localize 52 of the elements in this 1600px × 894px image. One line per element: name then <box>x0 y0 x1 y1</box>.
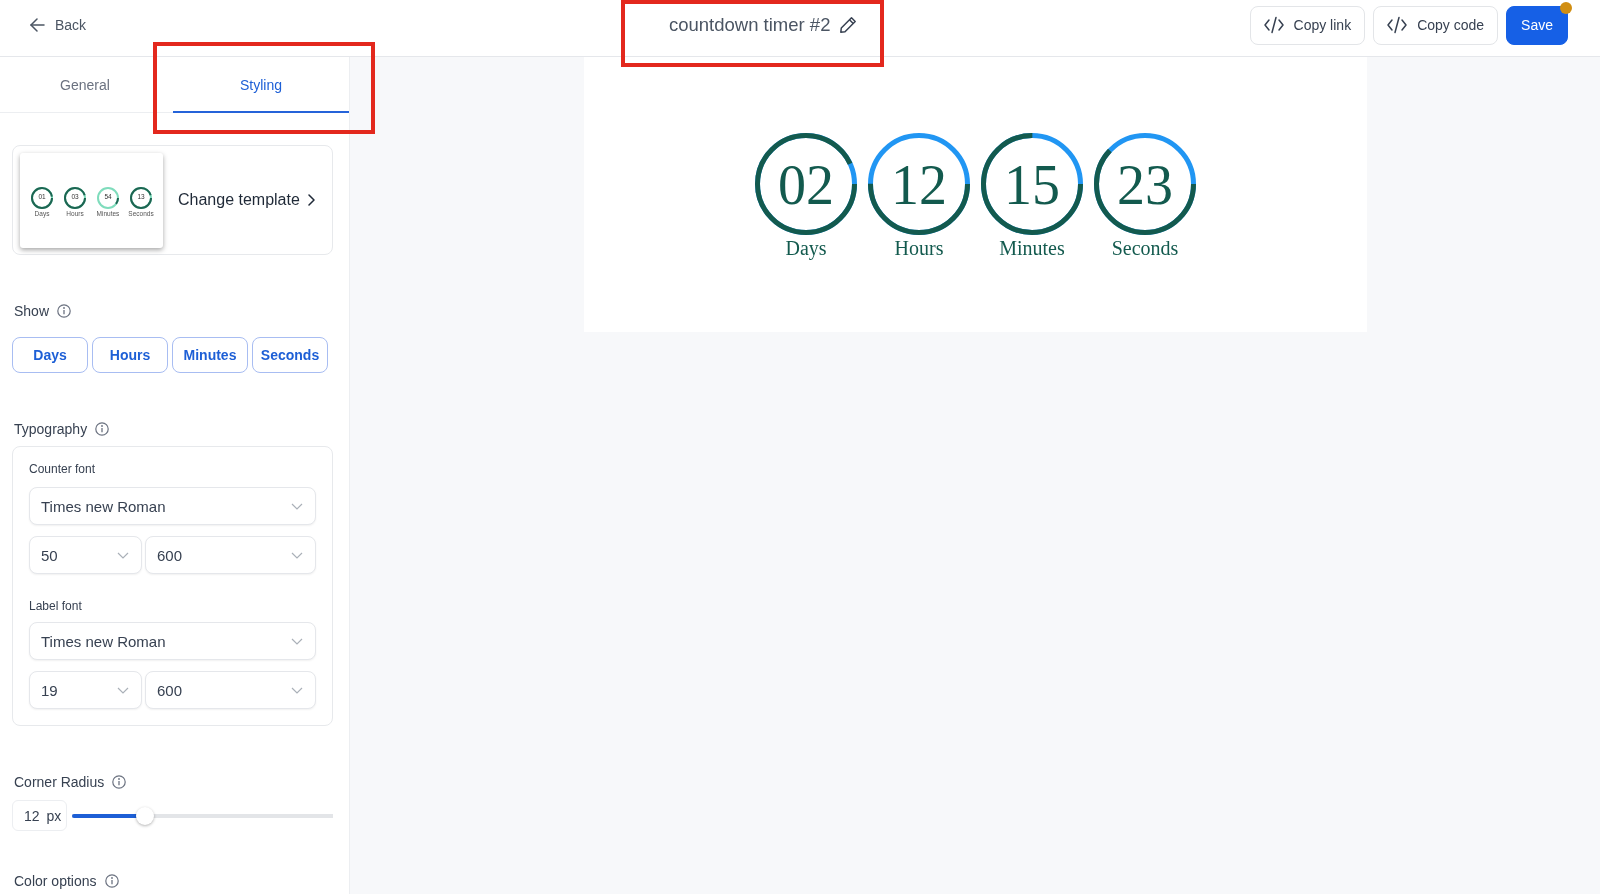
field-label: Label font <box>29 599 83 613</box>
info-icon <box>95 422 110 436</box>
chevron-down-icon <box>291 637 303 645</box>
font-weight-dropdown[interactable]: 600 <box>145 671 316 709</box>
unit-toggle[interactable]: Days <box>12 337 88 373</box>
counter-number: 23 <box>1117 155 1173 213</box>
tab[interactable]: General <box>0 57 170 113</box>
chevron-down-icon <box>117 686 129 694</box>
code-icon <box>1387 16 1408 34</box>
chevron-down-icon <box>291 686 303 694</box>
counter-number: 12 <box>891 155 947 213</box>
change-template-link[interactable]: Change template <box>178 191 315 209</box>
counter-label: Minutes <box>999 237 1065 259</box>
mini-progress-ring <box>64 186 86 209</box>
back-button[interactable]: Back <box>30 17 87 33</box>
counter-label: Seconds <box>1111 237 1179 259</box>
chevron-right-icon <box>307 194 315 206</box>
section-heading: Corner Radius <box>14 773 105 791</box>
font-family-dropdown[interactable]: Times new Roman <box>29 487 316 525</box>
unit-toggle[interactable]: Minutes <box>172 337 248 373</box>
counter-number: 15 <box>1004 155 1060 213</box>
code-icon <box>1263 16 1284 34</box>
mini-progress-ring <box>97 186 119 209</box>
section-heading: Show <box>14 302 50 320</box>
info-icon <box>104 874 119 888</box>
chevron-down-icon <box>291 502 303 510</box>
font-size-dropdown[interactable]: 50 <box>29 536 142 574</box>
copy-button[interactable]: Copy code <box>1373 5 1499 45</box>
chevron-down-icon <box>117 551 129 559</box>
slider-handle[interactable] <box>136 806 155 825</box>
info-icon <box>57 304 72 318</box>
back-arrow-icon <box>30 18 45 32</box>
unit-toggle[interactable]: Seconds <box>252 337 328 373</box>
info-icon <box>112 775 127 789</box>
unit-label: px <box>46 807 62 824</box>
counter-label: Hours <box>894 237 944 259</box>
radius-input[interactable]: 12 px <box>12 800 67 831</box>
counter-number: 02 <box>778 155 834 213</box>
font-size-dropdown[interactable]: 19 <box>29 671 142 709</box>
field-label: Counter font <box>29 462 97 476</box>
font-family-dropdown[interactable]: Times new Roman <box>29 622 316 660</box>
unit-toggle[interactable]: Hours <box>92 337 168 373</box>
counter-label: Days <box>785 237 827 259</box>
section-heading: Color options <box>14 873 97 889</box>
font-weight-dropdown[interactable]: 600 <box>145 536 316 574</box>
copy-button[interactable]: Copy link <box>1249 5 1366 45</box>
timer-title: countdown timer #2 <box>669 14 831 36</box>
pencil-icon[interactable] <box>839 16 858 34</box>
chevron-down-icon <box>291 551 303 559</box>
mini-progress-ring <box>31 186 53 209</box>
section-heading: Typography <box>14 420 88 438</box>
mini-progress-ring <box>130 186 152 209</box>
